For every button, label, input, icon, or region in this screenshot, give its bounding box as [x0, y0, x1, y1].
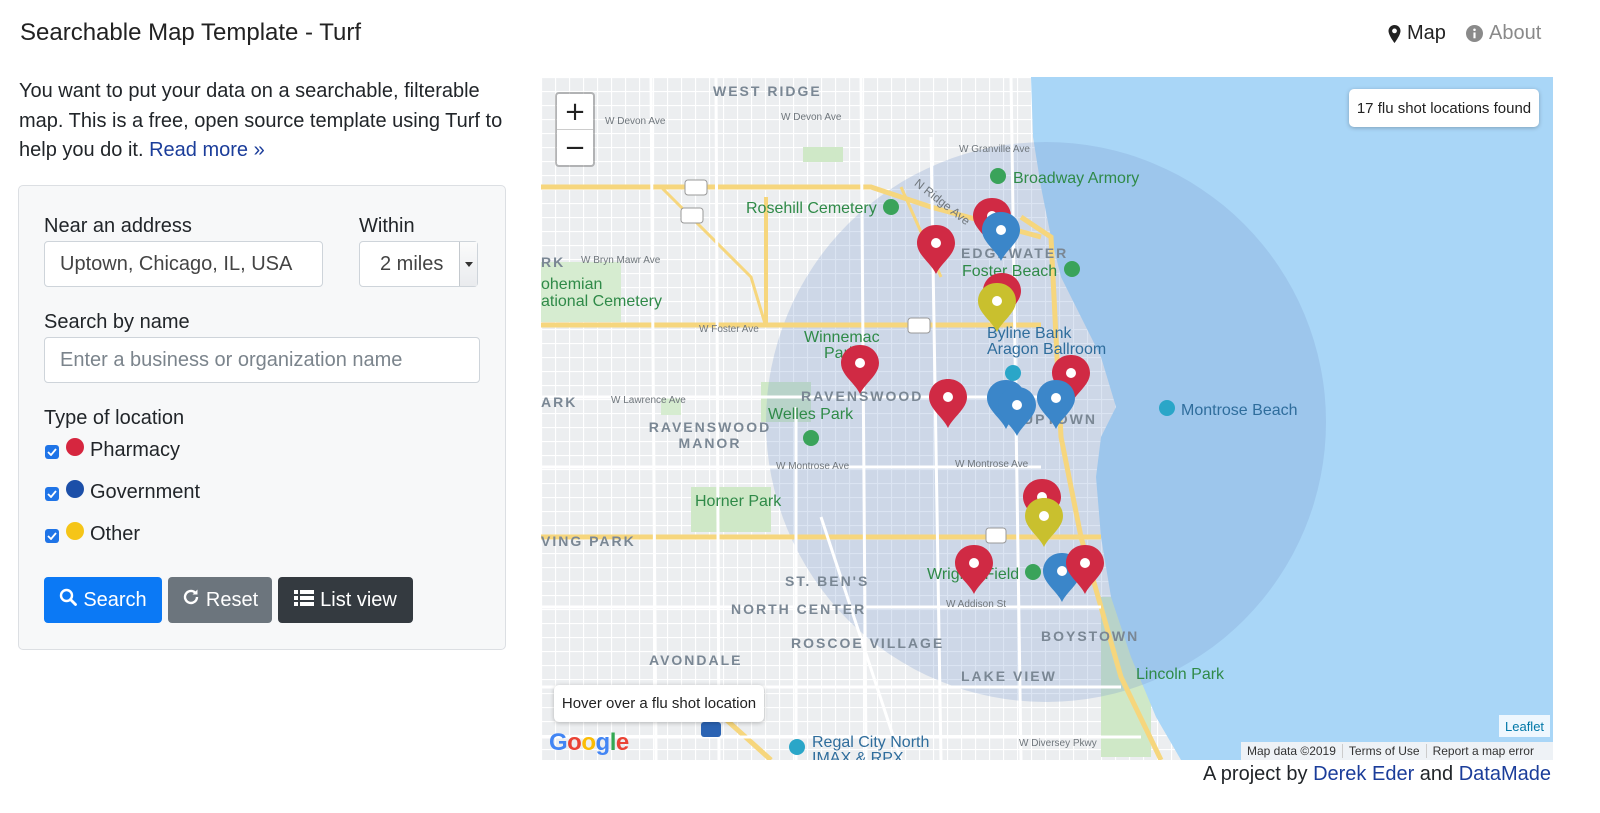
label-avondale: AVONDALE	[649, 652, 743, 668]
org-link[interactable]: DataMade	[1459, 763, 1551, 785]
within-value: 2 miles	[380, 252, 444, 275]
type-label: Type of location	[44, 407, 185, 429]
checkbox-pharmacy[interactable]	[45, 445, 59, 459]
street-bryn-mawr: W Bryn Mawr Ave	[581, 255, 661, 266]
list-icon	[294, 589, 315, 612]
government-label: Government	[90, 480, 201, 503]
name-search-input[interactable]: Enter a business or organization name	[44, 337, 480, 383]
street-devon: W Devon Ave	[605, 116, 666, 127]
nav-map-link[interactable]: Map	[1388, 22, 1446, 45]
reset-button[interactable]: Reset	[168, 577, 272, 623]
marker-pharmacy[interactable]	[917, 225, 955, 275]
type-option-pharmacy[interactable]: Pharmacy	[45, 437, 180, 463]
footer-and: and	[1419, 763, 1454, 785]
footer: A project by Derek Eder and DataMade	[1203, 763, 1551, 786]
nav-about-link[interactable]: About	[1466, 22, 1541, 45]
marker-pharmacy[interactable]	[955, 545, 993, 595]
map-marker-icon	[1388, 24, 1401, 43]
street-devon-2: W Devon Ave	[781, 112, 842, 123]
street-diversey: W Diversey Pkwy	[1019, 738, 1097, 749]
other-dot-icon	[66, 522, 84, 540]
list-view-button[interactable]: List view	[278, 577, 413, 623]
label-ark-2: ARK	[541, 394, 578, 410]
brand-title[interactable]: Searchable Map Template - Turf	[20, 19, 361, 47]
poi-montrose-beach: Montrose Beach	[1181, 402, 1298, 419]
search-button[interactable]: Search	[44, 577, 162, 623]
address-label: Near an address	[44, 215, 192, 237]
poi-lincoln-park: Lincoln Park	[1136, 666, 1225, 683]
search-button-label: Search	[83, 588, 147, 611]
chevron-down-icon[interactable]	[459, 242, 477, 286]
read-more-link[interactable]: Read more »	[149, 139, 265, 161]
label-boystown: BOYSTOWN	[1041, 628, 1140, 644]
checkbox-other[interactable]	[45, 529, 59, 543]
label-st-bens: ST. BEN'S	[785, 573, 870, 589]
label-ark-1: RK	[541, 254, 566, 270]
label-west-ridge: WEST RIDGE	[713, 83, 822, 99]
label-lake-view: LAKE VIEW	[961, 668, 1057, 684]
label-irving-park: VING PARK	[541, 533, 636, 549]
marker-government[interactable]	[998, 387, 1036, 437]
street-addison: W Addison St	[946, 599, 1007, 610]
poi-horner-park: Horner Park	[695, 493, 782, 510]
marker-pharmacy[interactable]	[929, 379, 967, 429]
nav-map-label: Map	[1407, 22, 1446, 44]
marker-other[interactable]	[978, 283, 1016, 333]
pharmacy-label: Pharmacy	[90, 438, 181, 461]
name-label: Search by name	[44, 311, 190, 333]
map-data-text: Map data ©2019	[1241, 744, 1343, 758]
street-granville: W Granville Ave	[959, 144, 1030, 155]
pharmacy-dot-icon	[66, 438, 84, 456]
report-error-link[interactable]: Report a map error	[1427, 744, 1540, 758]
street-montrose: W Montrose Ave	[776, 461, 850, 472]
list-view-button-label: List view	[320, 588, 397, 611]
marker-government[interactable]	[1037, 380, 1075, 430]
address-input[interactable]: Uptown, Chicago, IL, USA	[44, 241, 323, 287]
nav-about-label: About	[1489, 22, 1542, 44]
google-logo: Google	[549, 729, 629, 756]
within-label: Within	[359, 215, 415, 237]
reset-button-label: Reset	[205, 588, 259, 611]
zoom-in-button[interactable]: +	[557, 94, 593, 130]
label-north-center: NORTH CENTER	[731, 601, 867, 617]
marker-pharmacy[interactable]	[841, 345, 879, 395]
poi-imax: IMAX & RPX	[812, 750, 904, 760]
poi-rosehill-cemetery: Rosehill Cemetery	[746, 200, 877, 217]
street-montrose-2: W Montrose Ave	[955, 459, 1029, 470]
other-label: Other	[90, 522, 141, 545]
zoom-control: + −	[555, 92, 595, 167]
poi-national-cemetery: ational Cemetery	[541, 293, 662, 310]
intro-text: You want to put your data on a searchabl…	[19, 77, 509, 166]
marker-government[interactable]	[982, 212, 1020, 262]
street-lawrence: W Lawrence Ave	[611, 395, 686, 406]
search-panel: Near an address Uptown, Chicago, IL, USA…	[18, 185, 506, 650]
marker-other[interactable]	[1025, 498, 1063, 548]
search-icon	[59, 588, 78, 612]
info-circle-icon	[1466, 25, 1483, 42]
type-option-other[interactable]: Other	[45, 521, 140, 547]
government-dot-icon	[66, 480, 84, 498]
map-canvas[interactable]: WEST RIDGE EDGEWATER RAVENSWOOD RAVENSWO…	[541, 77, 1553, 760]
navbar: Searchable Map Template - Turf Map About	[0, 0, 1600, 68]
street-foster: W Foster Ave	[699, 324, 759, 335]
poi-welles-park: Welles Park	[768, 406, 854, 423]
google-attribution: Map data ©2019 Terms of Use Report a map…	[1241, 742, 1553, 760]
refresh-icon	[182, 588, 200, 612]
marker-pharmacy[interactable]	[1066, 545, 1104, 595]
poi-broadway-armory: Broadway Armory	[1013, 170, 1140, 187]
leaflet-attribution-link[interactable]: Leaflet	[1499, 715, 1551, 737]
within-select[interactable]: 2 miles	[359, 241, 478, 287]
poi-bohemian: ohemian	[541, 276, 603, 293]
label-roscoe-village: ROSCOE VILLAGE	[791, 635, 945, 651]
terms-link[interactable]: Terms of Use	[1343, 744, 1427, 758]
checkbox-government[interactable]	[45, 487, 59, 501]
type-option-government[interactable]: Government	[45, 479, 200, 505]
zoom-out-button[interactable]: −	[557, 130, 593, 166]
label-ravenswood-manor: RAVENSWOOD MANOR	[648, 419, 772, 451]
result-count: 17 flu shot locations found	[1349, 89, 1539, 127]
author-link[interactable]: Derek Eder	[1313, 763, 1414, 785]
hover-hint: Hover over a flu shot location	[554, 685, 764, 722]
footer-prefix: A project by	[1203, 763, 1308, 785]
